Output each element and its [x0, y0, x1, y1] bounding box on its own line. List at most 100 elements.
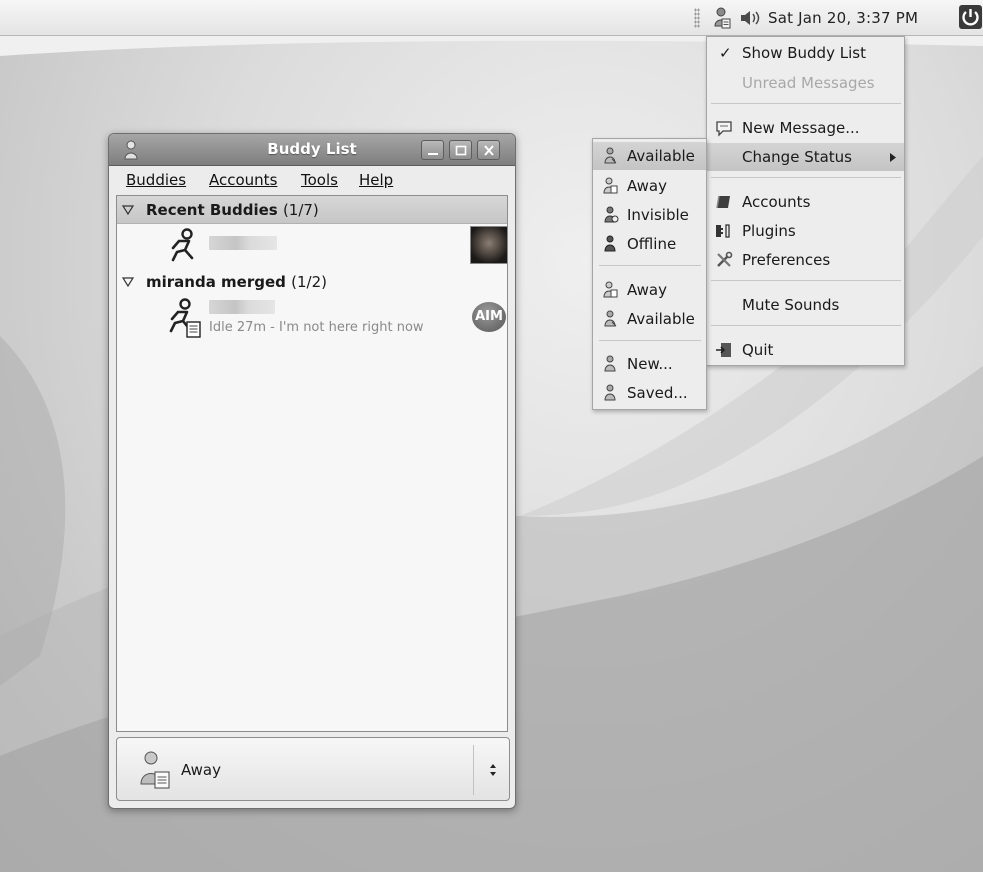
- submenu-item-offline[interactable]: Offline: [593, 230, 706, 258]
- submenu-item-label: Away: [627, 177, 667, 195]
- invisible-status-icon: [604, 206, 619, 223]
- menubar: Buddies Accounts Tools Help: [109, 167, 515, 195]
- expander-triangle-icon[interactable]: [122, 277, 134, 287]
- menu-item-label: Preferences: [742, 251, 831, 269]
- menu-buddies[interactable]: Buddies: [126, 171, 186, 189]
- buddy-tree[interactable]: Recent Buddies (1/7) miranda merged (1/2…: [116, 195, 508, 732]
- group-name: Recent Buddies (1/7): [146, 201, 319, 219]
- menu-item-new-message[interactable]: New Message...: [707, 114, 904, 142]
- buddy-status-text: Idle 27m - I'm not here right now: [209, 320, 424, 335]
- menu-separator: [711, 325, 901, 326]
- menu-item-show-buddy-list[interactable]: ✓ Show Buddy List: [707, 39, 904, 67]
- minimize-button[interactable]: [421, 140, 444, 160]
- menu-item-label: Show Buddy List: [742, 44, 866, 62]
- submenu-item-label: Available: [627, 147, 695, 165]
- menu-item-change-status[interactable]: Change Status: [707, 143, 904, 171]
- combo-arrows-icon[interactable]: [488, 760, 498, 780]
- menu-item-accounts[interactable]: Accounts: [707, 188, 904, 216]
- submenu-item-label: Invisible: [627, 206, 689, 224]
- saved-status-icon: [604, 384, 616, 401]
- status-selector-label: Away: [181, 761, 221, 779]
- menu-item-preferences[interactable]: Preferences: [707, 246, 904, 274]
- minimize-icon: [428, 153, 438, 155]
- menu-tools[interactable]: Tools: [301, 171, 338, 189]
- group-name-text: miranda merged: [146, 273, 286, 291]
- status-selector-divider: [473, 745, 474, 795]
- menu-item-label: Mute Sounds: [742, 296, 840, 314]
- group-row-miranda-merged[interactable]: miranda merged (1/2): [117, 268, 507, 296]
- available-status-icon: [604, 310, 617, 327]
- away-status-icon: [603, 281, 618, 298]
- submenu-item-label: Available: [627, 310, 695, 328]
- submenu-item-saved-statuses[interactable]: Saved...: [593, 379, 706, 407]
- close-button[interactable]: [477, 140, 500, 160]
- menu-help-label: Help: [359, 171, 394, 189]
- menu-separator: [711, 280, 901, 281]
- submenu-item-label: Offline: [627, 235, 677, 253]
- submenu-arrow-icon: [890, 153, 896, 162]
- panel-grip-handle[interactable]: [694, 8, 700, 28]
- menu-separator: [711, 103, 901, 104]
- tools-icon: [717, 251, 733, 267]
- available-status-icon: [604, 147, 617, 164]
- maximize-button[interactable]: [449, 140, 472, 160]
- buddy-row[interactable]: Idle 27m - I'm not here right now AIM: [117, 296, 507, 342]
- group-name: miranda merged (1/2): [146, 273, 327, 291]
- submenu-item-label: Away: [627, 281, 667, 299]
- submenu-item-away[interactable]: Away: [593, 172, 706, 200]
- maximize-icon: [455, 145, 467, 156]
- tray-menu: ✓ Show Buddy List Unread Messages New Me…: [706, 36, 905, 366]
- accounts-book-icon: [716, 195, 730, 209]
- power-icon[interactable]: [958, 4, 983, 30]
- status-selector[interactable]: Away: [116, 737, 510, 801]
- speech-bubble-icon: [716, 121, 732, 137]
- menu-item-label: Accounts: [742, 193, 811, 211]
- submenu-item-label: New...: [627, 355, 673, 373]
- buddy-name-redacted: [209, 300, 275, 314]
- menu-item-plugins[interactable]: Plugins: [707, 217, 904, 245]
- buddy-name-redacted: [209, 236, 277, 250]
- buddy-row[interactable]: [117, 224, 508, 268]
- submenu-item-label: Saved...: [627, 384, 688, 402]
- submenu-item-saved-available[interactable]: Available: [593, 305, 706, 333]
- menu-item-label: Plugins: [742, 222, 796, 240]
- menu-item-label: Change Status: [742, 148, 852, 166]
- submenu-item-saved-away[interactable]: Away: [593, 276, 706, 304]
- menu-tools-label: Tools: [301, 171, 338, 189]
- away-status-icon: [140, 751, 170, 789]
- away-status-icon: [603, 177, 618, 194]
- top-panel: Sat Jan 20, 3:37 PM: [0, 0, 983, 36]
- menu-item-quit[interactable]: Quit: [707, 336, 904, 364]
- plugin-icon: [716, 224, 730, 238]
- aim-running-man-icon: [171, 228, 194, 262]
- offline-status-icon: [604, 235, 616, 252]
- pidgin-tray-icon[interactable]: [712, 7, 732, 29]
- group-name-text: Recent Buddies: [146, 201, 278, 219]
- window-titlebar[interactable]: Buddy List: [109, 134, 515, 166]
- aim-protocol-icon: AIM: [472, 302, 506, 332]
- menu-accounts[interactable]: Accounts: [209, 171, 277, 189]
- menu-item-label: Unread Messages: [742, 74, 875, 92]
- menu-separator: [599, 265, 701, 266]
- expander-triangle-icon[interactable]: [122, 205, 134, 215]
- menu-item-label: New Message...: [742, 119, 860, 137]
- buddy-list-window: Buddy List Buddies Accounts Tools Help R…: [108, 133, 516, 809]
- group-row-recent-buddies[interactable]: Recent Buddies (1/7): [117, 196, 507, 224]
- quit-icon: [716, 343, 731, 357]
- submenu-item-new-status[interactable]: New...: [593, 350, 706, 378]
- menu-item-unread-messages[interactable]: Unread Messages: [707, 69, 904, 97]
- buddy-avatar-photo: [470, 226, 508, 264]
- panel-clock[interactable]: Sat Jan 20, 3:37 PM: [768, 9, 918, 27]
- volume-icon[interactable]: [740, 10, 762, 26]
- group-count: (1/2): [291, 273, 327, 291]
- menu-separator: [599, 340, 701, 341]
- menu-help[interactable]: Help: [359, 171, 393, 189]
- status-submenu: Available Away Invisible Offline Away Av…: [592, 138, 707, 410]
- submenu-item-invisible[interactable]: Invisible: [593, 201, 706, 229]
- submenu-item-available[interactable]: Available: [593, 142, 706, 170]
- new-status-icon: [604, 355, 616, 372]
- menu-item-label: Quit: [742, 341, 774, 359]
- menu-item-mute-sounds[interactable]: Mute Sounds: [707, 291, 904, 319]
- group-count: (1/7): [282, 201, 319, 219]
- aim-away-buddy-icon: [169, 298, 201, 338]
